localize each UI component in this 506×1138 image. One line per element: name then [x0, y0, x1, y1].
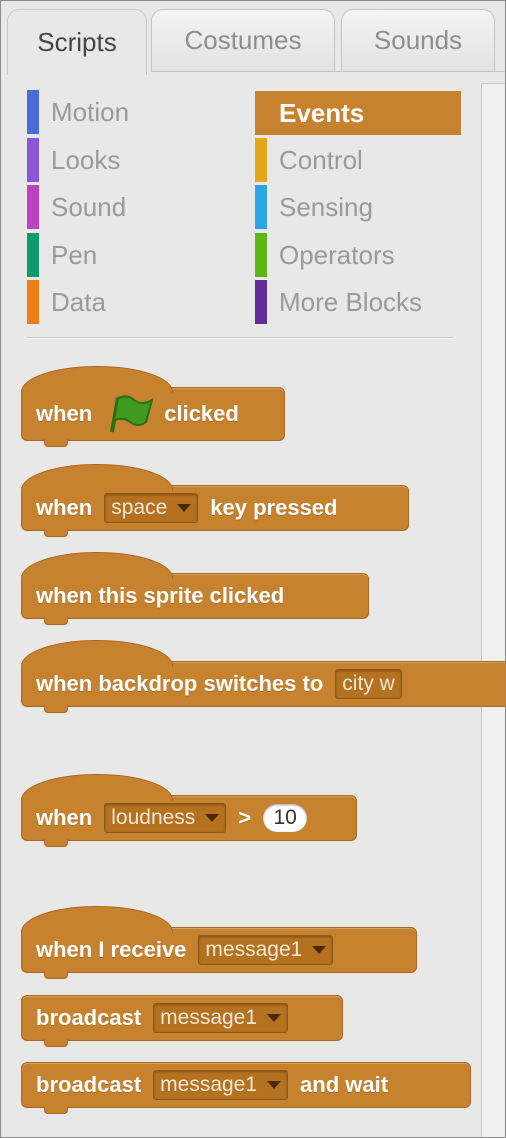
when-i-receive-block[interactable]: when I receive message1: [21, 906, 417, 979]
category-looks[interactable]: Looks: [27, 138, 120, 182]
block-word: when backdrop switches to: [36, 671, 324, 696]
block-word: when this sprite clicked: [36, 583, 285, 608]
dropdown-arrow-icon: [205, 814, 220, 822]
when-sensor-greater-block[interactable]: when loudness > 10: [21, 774, 357, 847]
tab-scripts[interactable]: Scripts: [7, 9, 147, 75]
block-notch: [44, 839, 68, 847]
events-color-swatch: [255, 91, 267, 135]
block-word: key pressed: [210, 495, 338, 520]
category-control[interactable]: Control: [255, 138, 363, 182]
when-sprite-clicked-block[interactable]: when this sprite clicked: [21, 552, 369, 625]
message-dropdown[interactable]: message1: [153, 1003, 289, 1033]
tab-sounds[interactable]: Sounds: [341, 9, 495, 71]
category-more-blocks[interactable]: More Blocks: [255, 280, 422, 324]
when-flag-clicked-block[interactable]: when clicked: [21, 366, 285, 447]
hat-cap: [21, 464, 173, 491]
hat-cap: [21, 552, 173, 579]
category-label: Sound: [51, 191, 127, 222]
block-notch: [44, 529, 68, 537]
dropdown-arrow-icon: [312, 946, 327, 954]
dropdown-value: message1: [205, 938, 303, 961]
block-notch: [44, 705, 68, 713]
block-word: when: [36, 805, 93, 830]
dropdown-arrow-icon: [267, 1081, 282, 1089]
message-dropdown[interactable]: message1: [153, 1070, 289, 1100]
threshold-input[interactable]: 10: [263, 804, 308, 832]
category-events[interactable]: Events: [255, 91, 461, 135]
hat-cap: [21, 906, 173, 933]
block-notch: [44, 1106, 68, 1114]
key-dropdown[interactable]: space: [104, 493, 199, 523]
category-label: Data: [51, 286, 106, 317]
operators-color-swatch: [255, 233, 267, 277]
block-notch: [44, 971, 68, 979]
block-word: and wait: [300, 1072, 389, 1097]
category-label: Looks: [51, 144, 121, 175]
category-operators[interactable]: Operators: [255, 233, 395, 277]
category-label: Operators: [279, 239, 395, 270]
motion-color-swatch: [27, 90, 39, 134]
broadcast-and-wait-block[interactable]: broadcast message1 and wait: [21, 1062, 471, 1114]
hat-cap: [21, 366, 173, 393]
dropdown-value: loudness: [111, 806, 196, 829]
block-palette-panel: Scripts Costumes Sounds Motion Looks Sou…: [0, 0, 506, 1138]
block-word: when: [36, 495, 93, 520]
backdrop-dropdown[interactable]: city w: [335, 669, 402, 699]
block-notch: [44, 439, 68, 447]
when-key-pressed-block[interactable]: when space key pressed: [21, 464, 409, 537]
category-divider: [27, 337, 453, 339]
when-backdrop-switches-block[interactable]: when backdrop switches to city w: [21, 640, 505, 713]
dropdown-value: message1: [160, 1073, 258, 1096]
category-label: Sensing: [279, 191, 373, 222]
green-flag-icon: [110, 395, 154, 433]
broadcast-block[interactable]: broadcast message1: [21, 995, 343, 1047]
dropdown-value: city w: [342, 672, 395, 695]
looks-color-swatch: [27, 138, 39, 182]
block-notch: [44, 1039, 68, 1047]
more-blocks-color-swatch: [255, 280, 267, 324]
message-dropdown[interactable]: message1: [198, 935, 334, 965]
sound-color-swatch: [27, 185, 39, 229]
data-color-swatch: [27, 280, 39, 324]
dropdown-value: space: [111, 496, 168, 519]
sensing-color-swatch: [255, 185, 267, 229]
dropdown-value: message1: [160, 1006, 258, 1029]
dropdown-arrow-icon: [267, 1014, 282, 1022]
category-label: Motion: [51, 96, 130, 127]
block-word: broadcast: [36, 1005, 142, 1030]
category-label: Control: [279, 144, 363, 175]
block-word: clicked: [164, 401, 239, 426]
category-motion[interactable]: Motion: [27, 90, 129, 134]
block-notch: [44, 617, 68, 625]
control-color-swatch: [255, 138, 267, 182]
pen-color-swatch: [27, 233, 39, 277]
block-word: when I receive: [36, 937, 187, 962]
sensor-dropdown[interactable]: loudness: [104, 803, 227, 833]
hat-cap: [21, 640, 173, 667]
tab-costumes[interactable]: Costumes: [151, 9, 335, 71]
category-data[interactable]: Data: [27, 280, 106, 324]
operator-symbol: >: [238, 805, 252, 830]
category-sensing[interactable]: Sensing: [255, 185, 373, 229]
tab-divider: [151, 71, 505, 72]
category-label: Pen: [51, 239, 98, 270]
category-label: Events: [279, 97, 365, 128]
block-word: broadcast: [36, 1072, 142, 1097]
hat-cap: [21, 774, 173, 801]
dropdown-arrow-icon: [177, 504, 192, 512]
category-sound[interactable]: Sound: [27, 185, 126, 229]
block-word: when: [36, 401, 93, 426]
scripts-area-edge: [481, 83, 505, 1137]
category-pen[interactable]: Pen: [27, 233, 97, 277]
category-label: More Blocks: [279, 286, 423, 317]
